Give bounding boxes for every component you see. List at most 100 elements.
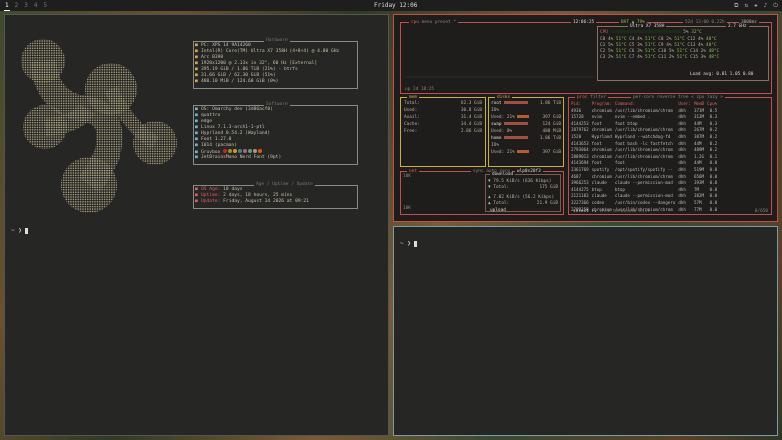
swap-icon: ■ [195,79,198,84]
process-cell: 0.0 [709,199,718,205]
process-cell: /usr/lib/chromium/chrom [614,147,673,153]
process-row[interactable]: 4936 chromium/usr/lib/chromium/chrom dhh 37… [571,108,720,115]
process-cell: 0.0 [709,180,718,186]
process-row[interactable]: 2889013 chromium/usr/lib/chromium/chrom dh… [571,154,720,161]
cpu-total-bar [610,30,681,33]
disks-panel: disks root 1.86 TiB IO% Used: 21% 397 Gi… [488,95,564,167]
disk-root-used: Used: 21% 397 GiB [491,115,561,120]
download-total: ▼ Total: 175 GiB [488,185,558,190]
terminal-prompt[interactable]: ~ ❯ [11,227,29,234]
workspace-5[interactable]: 5 [43,1,49,11]
screen-icon[interactable]: ⧉ [734,1,738,10]
process-cell: btop [591,186,602,192]
process-cell: 4687 [571,173,582,179]
proc-options[interactable]: per-core reverse tree < cpu lazy > [631,95,725,100]
update-icon: ■ [195,199,198,204]
process-cell: dhh [678,199,686,205]
process-cell: /usr/bin/codex --dangero [614,199,676,205]
proc-footer: select ↑↓ info terminate kill [573,209,650,214]
process-cell: 0.3 [709,120,718,126]
terminal-prompt[interactable]: ~ ❯ [400,240,418,247]
process-cell: claude --permission-mod [614,180,673,186]
process-cell: 3227366 [571,199,589,205]
process-row[interactable]: 2793064 chromium/usr/lib/chromium/chrom dh… [571,147,720,154]
process-cell: 393M [693,180,705,186]
process-cell: chromium [591,107,612,113]
terminal-window-fastfetch[interactable]: Hardware ■ PC: XPS 14 9A14260 ■ Intel(R) C… [4,14,389,436]
workspace-4[interactable]: 4 [33,1,39,11]
process-row[interactable]: 4144253 foot foot btop dhh 44M 0.3 [571,121,720,128]
process-cell: dhh [678,147,686,153]
terminal-window-empty[interactable]: ~ ❯ [393,226,778,436]
process-cell: 4936 [571,107,582,113]
process-row[interactable]: 3227366 codex/usr/bin/codex --dangero dhh 5… [571,200,720,207]
process-row[interactable]: 4144275 btop btop dhh 7M 0.0 [571,187,720,194]
process-cell: dhh [678,180,686,186]
process-cell: foot [591,140,602,146]
process-cell: foot btop [614,120,638,126]
process-cell: 4144275 [571,186,589,192]
process-row[interactable]: 3966253 claude claude --permission-mod dhh 3… [571,180,720,187]
process-cell: 656M [693,173,705,179]
btop-time: 12:06:25 [571,20,597,25]
process-cell: spotify [591,166,610,172]
disk-home-io: IO% [491,143,499,148]
process-row[interactable]: 4687 chromium/usr/lib/chromium/chrom dhh 65… [571,174,720,181]
disk-swap-used: Used: 0% 488 MiB [491,129,561,134]
workspace-3[interactable]: 3 [23,1,29,11]
process-cell: dhh [678,173,686,179]
workspace-switcher: 1 2 3 4 5 [4,1,48,11]
process-cell: 489M [693,147,705,153]
power-icon[interactable]: ⏻ [773,1,778,10]
process-cell: 0.2 [709,147,718,153]
process-row[interactable]: 1520 Hyprland Hyprland --watchdog-fd dhh 387… [571,134,720,141]
net-panel: net sync auto zero wlp0s20f3 10K 10K dow… [400,169,564,215]
process-cell: 2121103 [571,193,589,199]
process-row[interactable]: 2879762 chromium/usr/lib/chromium/chrom dh… [571,127,720,134]
network-icon[interactable]: ⇅ [744,1,748,10]
mem-panel-title: mem [407,95,419,100]
process-row[interactable]: 2361769 spotify/opt/spotify/spotify -- dhh… [571,167,720,174]
mem-cache: Cache: 34.4 GiB [404,122,482,127]
process-cell: dhh [678,140,686,146]
terminal-window-btop[interactable]: cpu menu preset * 12:06:25 BAT ▲ 79% 52d… [393,14,778,222]
process-cell: chromium [591,153,612,159]
process-row[interactable]: 4143653 foot foot bash -lc fastfetch dhh 44M… [571,141,720,148]
process-cell: 313M [693,114,705,120]
palette-swatch [258,149,263,153]
process-table-header: Pid: Program: Command: User: MemB Cpu% [571,101,718,106]
process-cell: 0.1 [709,153,718,159]
process-table-body: 4936 chromium/usr/lib/chromium/chrom dhh 37… [571,108,720,214]
process-cell: chromium [591,147,612,153]
workspace-1[interactable]: 1 [4,1,10,11]
mem-used: Used: 30.8 GiB [404,108,482,113]
process-cell: 0.0 [709,173,718,179]
top-bar: 1 2 3 4 5 Friday 12:06 ⧉ ⇅ ✚ ♪ ⏻ [0,0,782,11]
process-cell: 382M [693,193,705,199]
workspace-2[interactable]: 2 [14,1,20,11]
palette-swatch [238,149,243,153]
volume-icon[interactable]: ♪ [764,1,768,10]
process-row[interactable]: 4143694 foot foot dhh 44M 0.0 [571,160,720,167]
net-stats-box: download ▼ 79.5 KiB/s (636 Kibps) ▼ Tota… [485,172,561,213]
process-cell: 0.0 [709,193,718,199]
process-cell: 0.3 [709,114,718,120]
disk-home-used: Used: 21% 397 GiB [491,150,561,155]
palette-swatch [223,149,228,153]
load-average: Load avg: 0.81 1.05 0.80 [690,72,754,77]
clock[interactable]: Friday 12:06 [374,1,417,10]
process-cell: 44M [693,160,702,166]
mem-total: Total: 62.3 GiB [404,101,482,106]
cpu-core-row: C3 2% 51°C C7 4% 51°C C11 2% 51°C C15 3%… [600,55,720,60]
bluetooth-icon[interactable]: ✚ [754,1,758,10]
proc-panel: proc filter per-core reverse tree < cpu … [568,95,772,215]
process-cell: 0.0 [709,166,718,172]
process-cell: foot bash -lc fastfetch [614,140,673,146]
process-cell: /opt/spotify/spotify -- [614,166,673,172]
process-cell: 0.0 [709,186,718,192]
palette-swatch [233,149,238,153]
process-row[interactable]: 2121103 claude claude --permission-mod dhh 3… [571,193,720,200]
palette-swatch [243,149,248,153]
process-cell: 519M [693,166,705,172]
process-row[interactable]: 15728 nvim nvim --embed . dhh 313M 0.3 [571,114,720,121]
